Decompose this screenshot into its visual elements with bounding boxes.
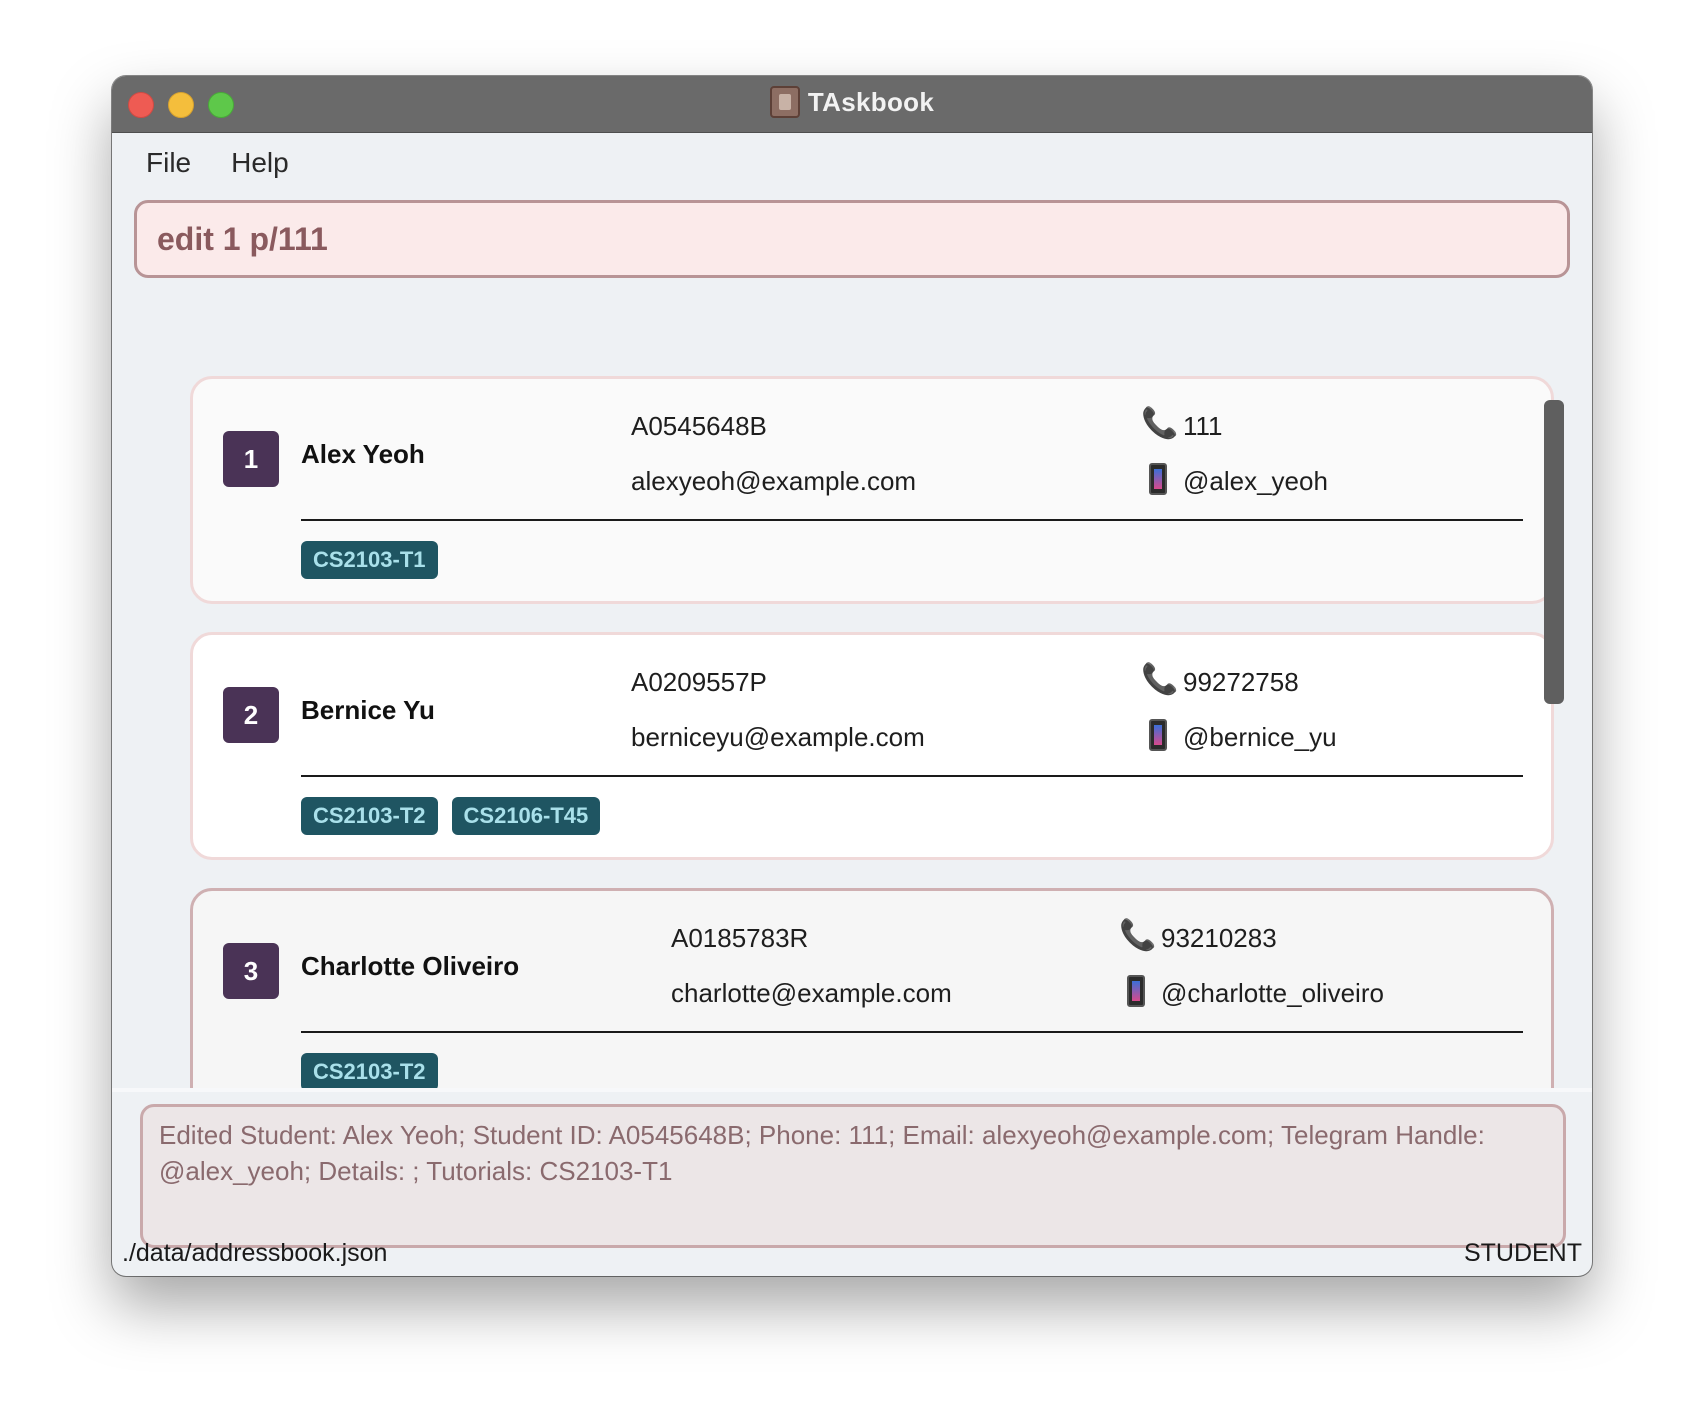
tag-list: CS2103-T2 xyxy=(301,1053,438,1091)
student-name: Charlotte Oliveiro xyxy=(301,951,520,981)
command-input[interactable] xyxy=(155,219,1567,259)
phone-icon: 📞 xyxy=(1141,407,1179,440)
app-window: TAskbook File Help 1 Alex Yeoh A0545648B… xyxy=(112,76,1592,1276)
mobile-phone-icon xyxy=(1149,463,1167,495)
student-name: Bernice Yu xyxy=(301,695,435,725)
student-id: A0209557P xyxy=(631,667,767,697)
title-bar[interactable]: TAskbook xyxy=(112,76,1592,133)
student-telegram: @charlotte_oliveiro xyxy=(1161,978,1384,1008)
card-divider xyxy=(301,775,1523,777)
student-email: berniceyu@example.com xyxy=(631,722,925,752)
tutorial-tag: CS2106-T45 xyxy=(451,797,601,835)
phone-icon: 📞 xyxy=(1141,663,1179,696)
title-group: TAskbook xyxy=(112,86,1592,118)
pane-separator[interactable] xyxy=(112,1088,1592,1092)
phone-icon: 📞 xyxy=(1119,919,1157,952)
student-index: 3 xyxy=(223,943,279,999)
status-mode: STUDENT xyxy=(1463,1239,1582,1267)
command-box[interactable] xyxy=(134,200,1570,278)
tutorial-tag: CS2103-T2 xyxy=(301,1053,438,1091)
window-title: TAskbook xyxy=(807,86,935,117)
tag-list: CS2103-T1 xyxy=(301,541,438,579)
student-index: 1 xyxy=(223,431,279,487)
student-id: A0545648B xyxy=(631,411,767,441)
tutorial-tag: CS2103-T2 xyxy=(301,797,438,835)
student-name: Alex Yeoh xyxy=(301,439,425,469)
student-phone: 93210283 xyxy=(1161,923,1277,953)
student-email: alexyeoh@example.com xyxy=(631,466,917,496)
student-list[interactable]: 1 Alex Yeoh A0545648B alexyeoh@example.c… xyxy=(134,292,1570,1092)
menu-help[interactable]: Help xyxy=(231,147,289,179)
student-email: charlotte@example.com xyxy=(671,978,952,1008)
student-card-selected[interactable]: 3 Charlotte Oliveiro A0185783R charlotte… xyxy=(190,888,1554,1092)
menu-bar: File Help xyxy=(112,133,1592,193)
student-id: A0185783R xyxy=(671,923,809,953)
student-index: 2 xyxy=(223,687,279,743)
tag-list: CS2103-T2 CS2106-T45 xyxy=(301,797,601,835)
card-divider xyxy=(301,1031,1523,1033)
menu-file[interactable]: File xyxy=(146,147,191,179)
card-divider xyxy=(301,519,1523,521)
student-telegram: @alex_yeoh xyxy=(1183,466,1328,496)
mobile-phone-icon xyxy=(1149,719,1167,751)
result-display: Edited Student: Alex Yeoh; Student ID: A… xyxy=(140,1104,1566,1248)
list-scrollbar[interactable] xyxy=(1544,400,1564,704)
tutorial-tag: CS2103-T1 xyxy=(301,541,438,579)
student-phone: 99272758 xyxy=(1183,667,1299,697)
student-telegram: @bernice_yu xyxy=(1183,722,1337,752)
status-file-path: ./data/addressbook.json xyxy=(122,1239,388,1267)
mobile-phone-icon xyxy=(1127,975,1145,1007)
student-card[interactable]: 2 Bernice Yu A0209557P berniceyu@example… xyxy=(190,632,1554,860)
student-card[interactable]: 1 Alex Yeoh A0545648B alexyeoh@example.c… xyxy=(190,376,1554,604)
student-phone: 111 xyxy=(1183,411,1223,441)
address-book-icon xyxy=(769,86,800,118)
